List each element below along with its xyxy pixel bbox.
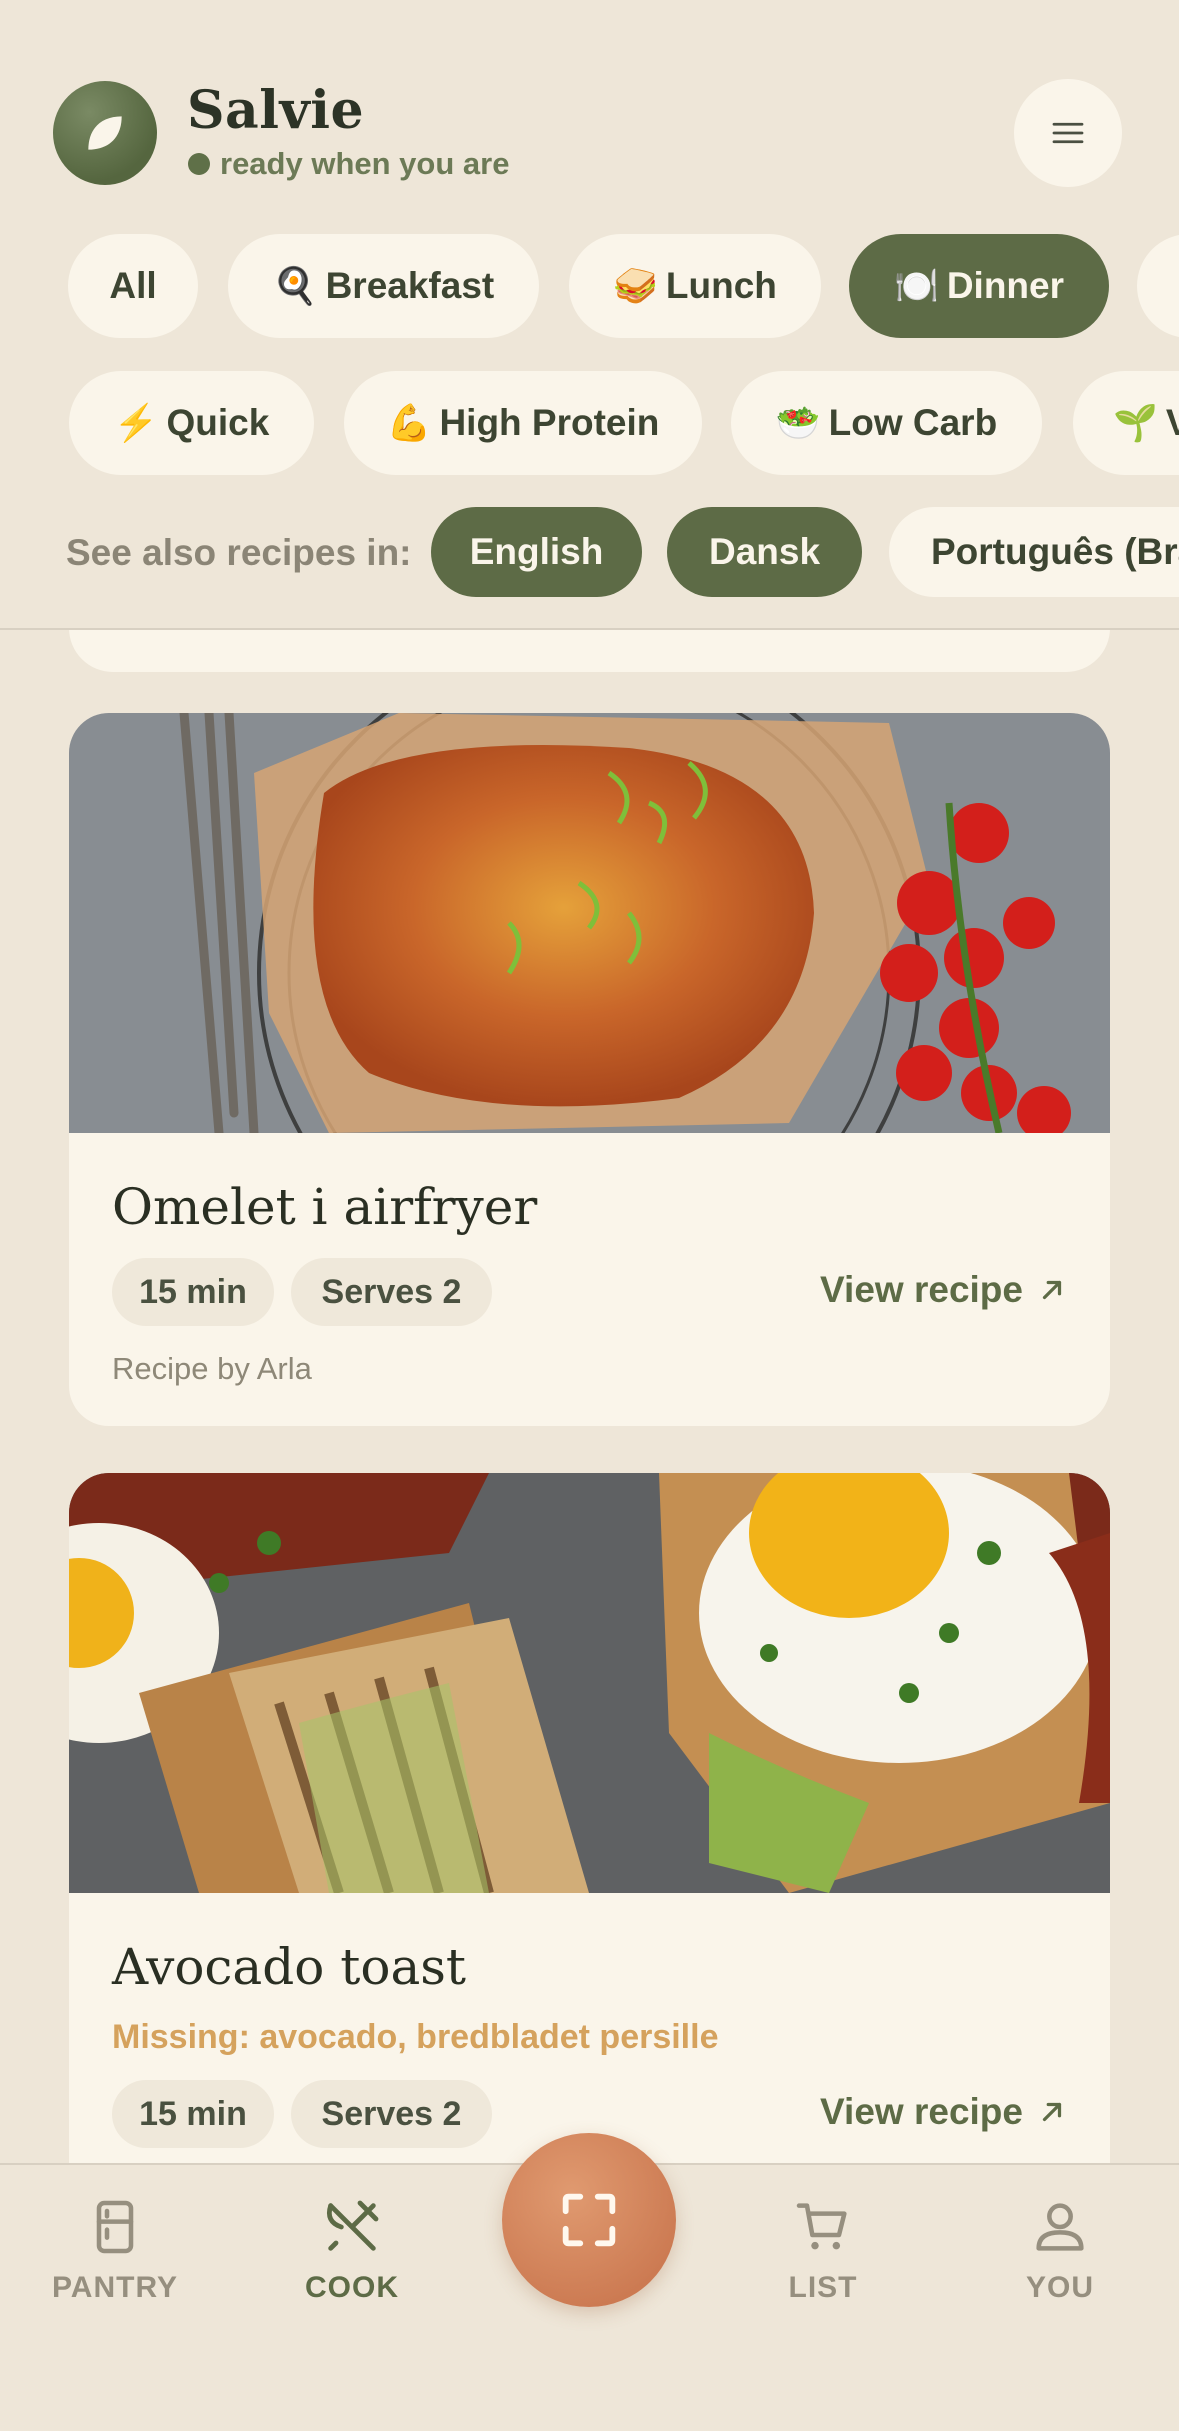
nav-you[interactable]: YOU bbox=[960, 2195, 1160, 2305]
salad-icon: 🥗 bbox=[775, 402, 821, 443]
frying-pan-icon: 🍳 bbox=[272, 265, 318, 306]
nav-list[interactable]: LIST bbox=[723, 2195, 923, 2305]
recipe-title: Avocado toast bbox=[112, 1938, 467, 1996]
view-recipe-label: View recipe bbox=[820, 2091, 1023, 2132]
fork-knife-icon bbox=[326, 2200, 379, 2251]
shopping-cart-icon bbox=[796, 2203, 847, 2250]
language-chip-dansk[interactable]: Dansk bbox=[667, 507, 862, 597]
leaf-icon bbox=[88, 116, 122, 150]
filter-chip-dinner[interactable]: 🍽️ Dinner bbox=[849, 234, 1109, 338]
recipe-photo bbox=[69, 1473, 1110, 1893]
sandwich-icon: 🥪 bbox=[613, 265, 658, 306]
app-header: Salvie ready when you are All 🍳 Breakfas… bbox=[0, 0, 1179, 630]
lightning-icon: ⚡ bbox=[113, 402, 159, 443]
recipe-serves-badge: Serves 2 bbox=[291, 2080, 492, 2148]
recipe-title: Omelet i airfryer bbox=[112, 1178, 538, 1236]
nav-label: LIST bbox=[788, 2271, 858, 2304]
app-title: Salvie bbox=[187, 80, 365, 141]
arrow-up-right-icon bbox=[1042, 1280, 1062, 1300]
filter-chip-breakfast[interactable]: 🍳 Breakfast bbox=[228, 234, 539, 338]
nav-label: YOU bbox=[1025, 2271, 1094, 2304]
view-recipe-link[interactable]: View recipe bbox=[820, 2091, 1067, 2133]
recipe-card[interactable]: Avocado toast Missing: avocado, bredblad… bbox=[69, 1473, 1110, 2233]
filter-chip-low-carb[interactable]: 🥗 Low Carb bbox=[731, 371, 1042, 475]
recipe-time-badge: 15 min bbox=[112, 1258, 274, 1326]
missing-ingredients: Missing: avocado, bredbladet persille bbox=[112, 2018, 719, 2056]
flexed-biceps-icon: 💪 bbox=[386, 402, 432, 443]
app-logo bbox=[53, 81, 157, 185]
filter-chip-label: Breakfast bbox=[325, 265, 495, 306]
filter-chip-label: Low Carb bbox=[828, 402, 998, 443]
meal-filter-row: All 🍳 Breakfast 🥪 Lunch 🍽️ Dinner bbox=[0, 234, 1179, 344]
language-chip-english[interactable]: English bbox=[431, 507, 642, 597]
recipe-photo bbox=[69, 713, 1110, 1133]
filter-chip-high-protein[interactable]: 💪 High Protein bbox=[344, 371, 702, 475]
plate-icon: 🍽️ bbox=[893, 265, 939, 306]
nav-cook[interactable]: COOK bbox=[252, 2195, 452, 2305]
filter-chip-label: Dinner bbox=[946, 265, 1064, 306]
view-recipe-link[interactable]: View recipe bbox=[820, 1269, 1067, 1311]
filter-chip-more[interactable] bbox=[1137, 234, 1179, 338]
seedling-icon: 🌱 bbox=[1113, 402, 1158, 443]
recipe-serves-badge: Serves 2 bbox=[291, 1258, 492, 1326]
filter-chip-vegetarian[interactable]: 🌱 V bbox=[1073, 371, 1179, 475]
language-chip-portuguese[interactable]: Português (Bra bbox=[889, 507, 1179, 597]
menu-button[interactable] bbox=[1014, 79, 1122, 187]
nav-label: PANTRY bbox=[52, 2271, 178, 2304]
filter-chip-quick[interactable]: ⚡ Quick bbox=[69, 371, 314, 475]
app-tagline: ready when you are bbox=[188, 146, 509, 182]
language-label: See also recipes in: bbox=[66, 532, 412, 573]
nav-label: COOK bbox=[305, 2271, 399, 2304]
fridge-icon bbox=[96, 2200, 134, 2254]
nav-pantry[interactable]: PANTRY bbox=[15, 2195, 215, 2305]
filter-chip-label: V bbox=[1165, 402, 1179, 443]
filter-chip-label: High Protein bbox=[439, 402, 660, 443]
filter-chip-all[interactable]: All bbox=[68, 234, 198, 338]
recipe-time-badge: 15 min bbox=[112, 2080, 274, 2148]
filter-chip-label: Lunch bbox=[665, 265, 777, 306]
arrow-up-right-icon bbox=[1042, 2102, 1062, 2122]
hamburger-menu-icon bbox=[1052, 122, 1084, 144]
scan-button[interactable] bbox=[502, 2133, 676, 2307]
status-dot-icon bbox=[188, 153, 210, 175]
diet-filter-row: ⚡ Quick 💪 High Protein 🥗 Low Carb 🌱 V bbox=[0, 371, 1179, 481]
view-recipe-label: View recipe bbox=[820, 1269, 1023, 1310]
filter-chip-label: Quick bbox=[166, 402, 270, 443]
filter-chip-lunch[interactable]: 🥪 Lunch bbox=[569, 234, 821, 338]
filter-chip-label: All bbox=[109, 265, 157, 306]
tagline-text: ready when you are bbox=[220, 146, 510, 181]
recipe-card[interactable]: Omelet i airfryer 15 min Serves 2 View r… bbox=[69, 713, 1110, 1426]
recipe-credit: Recipe by Arla bbox=[112, 1351, 312, 1386]
scan-frame-icon bbox=[562, 2193, 616, 2247]
user-icon bbox=[1036, 2203, 1084, 2251]
